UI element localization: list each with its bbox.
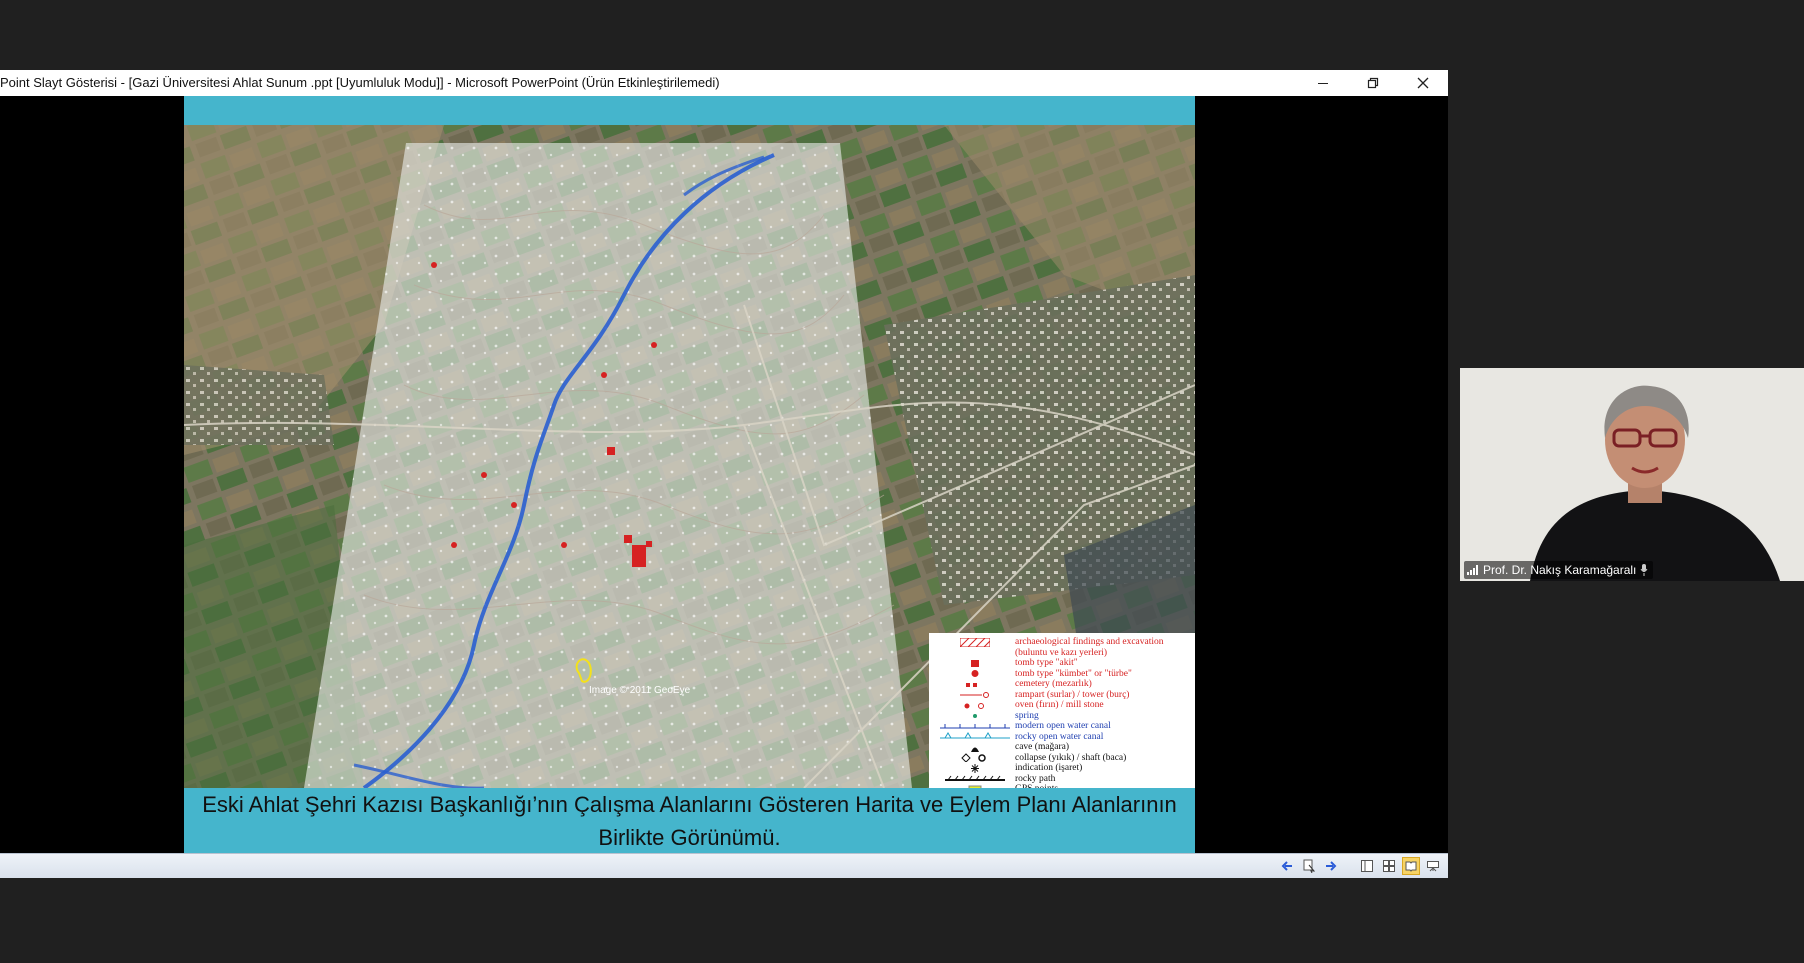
legend-item: archaeological findings and excavation xyxy=(935,637,1191,647)
next-slide-button[interactable] xyxy=(1322,857,1340,875)
powerpoint-window: Point Slayt Gösterisi - [Gazi Üniversite… xyxy=(0,70,1448,878)
legend-symbol-icon xyxy=(935,669,1015,679)
menu-button[interactable] xyxy=(1300,857,1318,875)
close-button[interactable] xyxy=(1398,70,1448,96)
participant-video xyxy=(1460,368,1804,581)
legend-symbol-icon xyxy=(935,774,1015,784)
map-legend: archaeological findings and excavation (b… xyxy=(929,633,1195,788)
legend-item: modern open water canal xyxy=(935,721,1191,731)
normal-view-icon xyxy=(1361,860,1373,872)
legend-label: oven (fırın) / mill stone xyxy=(1015,700,1104,710)
legend-label: (buluntu ve kazı yerleri) xyxy=(1015,647,1108,658)
status-bar xyxy=(0,853,1448,878)
legend-symbol-icon xyxy=(935,711,1015,721)
legend-label: rampart (surlar) / tower (burç) xyxy=(1015,689,1130,700)
participant-name: Prof. Dr. Nakış Karamağaralı xyxy=(1483,563,1637,577)
legend-item: cemetery (mezarlık) xyxy=(935,679,1191,689)
legend-label: spring xyxy=(1015,710,1039,721)
previous-slide-icon xyxy=(1281,861,1292,871)
legend-symbol-icon xyxy=(935,763,1015,773)
legend-label: modern open water canal xyxy=(1015,721,1111,731)
legend-item: spring xyxy=(935,711,1191,721)
legend-symbol-icon xyxy=(935,648,1015,658)
slide[interactable]: Image © 2011 GeoEye archaeological findi… xyxy=(184,96,1195,853)
restore-button[interactable] xyxy=(1348,70,1398,96)
window-controls xyxy=(1298,70,1448,96)
slideshow-button[interactable] xyxy=(1424,857,1442,875)
satellite-map-image: Image © 2011 GeoEye archaeological findi… xyxy=(184,125,1195,788)
map-watermark: Image © 2011 GeoEye xyxy=(589,685,691,696)
legend-item: indication (işaret) xyxy=(935,763,1191,773)
legend-symbol-icon xyxy=(935,721,1015,731)
legend-item: (buluntu ve kazı yerleri) xyxy=(935,648,1191,658)
slide-caption: Eski Ahlat Şehri Kazısı Başkanlığı’nın Ç… xyxy=(202,791,1177,850)
legend-label: rocky path xyxy=(1015,773,1056,784)
legend-symbol-icon xyxy=(935,753,1015,763)
legend-item: rocky open water canal xyxy=(935,732,1191,742)
reading-view-icon xyxy=(1405,861,1417,872)
previous-slide-button[interactable] xyxy=(1278,857,1296,875)
legend-item: oven (fırın) / mill stone xyxy=(935,700,1191,710)
microphone-icon xyxy=(1640,564,1648,576)
legend-item: collapse (yıkık) / shaft (baca) xyxy=(935,753,1191,763)
slideshow-icon xyxy=(1427,861,1439,872)
legend-label: rocky open water canal xyxy=(1015,731,1104,742)
legend-label: archaeological findings and excavation xyxy=(1015,637,1164,647)
legend-symbol-icon xyxy=(935,732,1015,742)
legend-label: indication (işaret) xyxy=(1015,763,1083,773)
legend-symbol-icon xyxy=(935,742,1015,752)
legend-label: cemetery (mezarlık) xyxy=(1015,679,1092,689)
minimize-icon xyxy=(1318,83,1328,84)
legend-item: cave (mağara) xyxy=(935,742,1191,752)
reading-view-button[interactable] xyxy=(1402,857,1420,875)
legend-item: tomb type "akit" xyxy=(935,658,1191,668)
legend-item: rampart (surlar) / tower (burç) xyxy=(935,690,1191,700)
window-title: Point Slayt Gösterisi - [Gazi Üniversite… xyxy=(0,75,720,90)
legend-label: cave (mağara) xyxy=(1015,742,1070,752)
slideshow-controls xyxy=(1278,857,1442,875)
participant-name-label: Prof. Dr. Nakış Karamağaralı xyxy=(1464,561,1654,579)
legend-symbol-icon xyxy=(935,679,1015,689)
participant-video-tile[interactable]: Prof. Dr. Nakış Karamağaralı xyxy=(1460,368,1804,581)
slide-show-area[interactable]: Image © 2011 GeoEye archaeological findi… xyxy=(0,96,1448,853)
slide-sorter-icon xyxy=(1383,860,1395,872)
minimize-button[interactable] xyxy=(1298,70,1348,96)
close-icon xyxy=(1417,77,1429,89)
normal-view-button[interactable] xyxy=(1358,857,1376,875)
restore-icon xyxy=(1367,77,1379,89)
legend-symbol-icon xyxy=(935,637,1015,647)
title-bar[interactable]: Point Slayt Gösterisi - [Gazi Üniversite… xyxy=(0,70,1448,96)
legend-label: collapse (yıkık) / shaft (baca) xyxy=(1015,752,1127,763)
slide-sorter-button[interactable] xyxy=(1380,857,1398,875)
legend-symbol-icon xyxy=(935,700,1015,710)
legend-label: tomb type "kümbet" or "türbe" xyxy=(1015,668,1132,679)
legend-symbol-icon xyxy=(935,658,1015,668)
legend-item: tomb type "kümbet" or "türbe" xyxy=(935,669,1191,679)
next-slide-icon xyxy=(1326,861,1337,871)
signal-bars-icon xyxy=(1467,565,1478,575)
legend-item: rocky path xyxy=(935,774,1191,784)
legend-label: tomb type "akit" xyxy=(1015,658,1078,668)
legend-symbol-icon xyxy=(935,690,1015,700)
menu-icon xyxy=(1303,859,1315,873)
